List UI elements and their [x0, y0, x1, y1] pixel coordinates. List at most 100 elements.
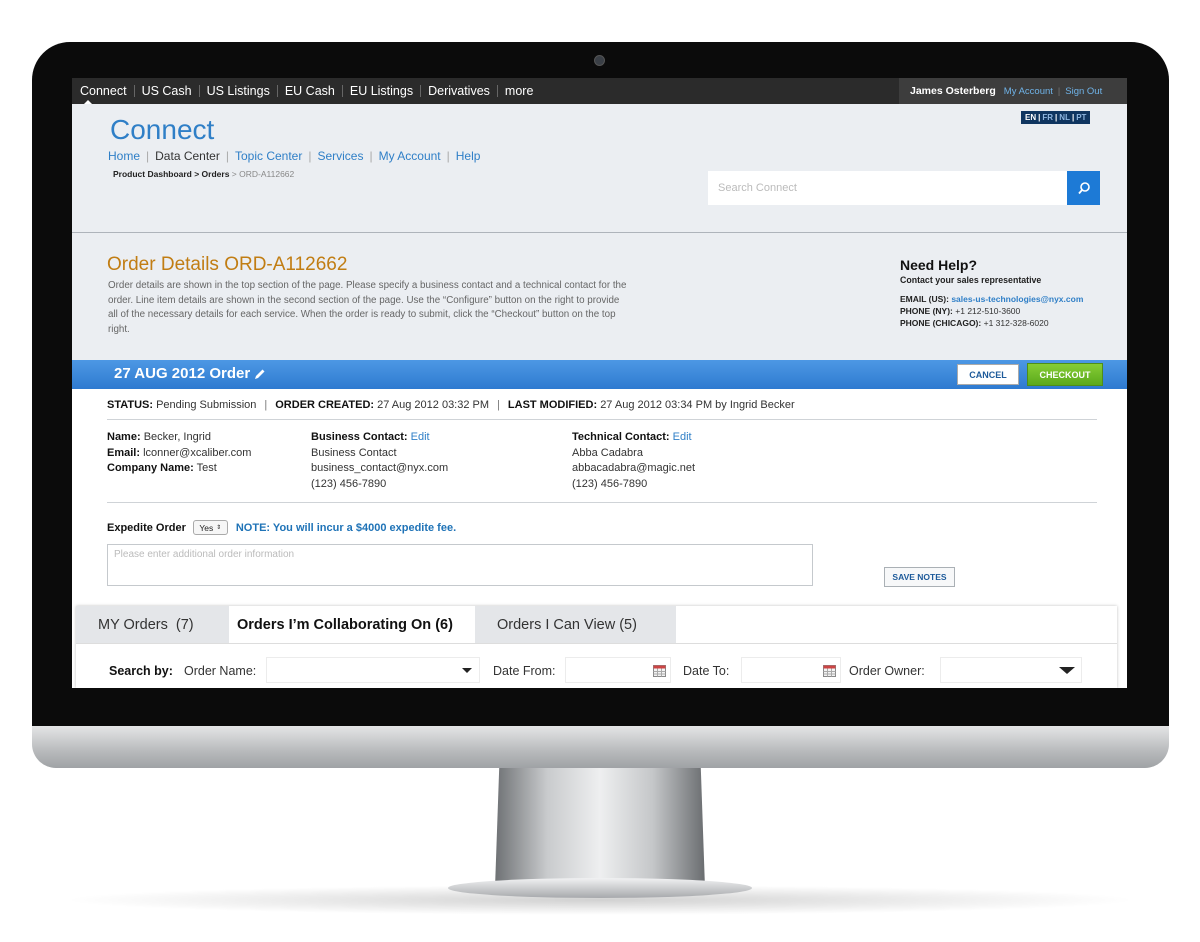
checkout-button[interactable]: CHECKOUT: [1027, 363, 1103, 386]
business-contact-label: Business Contact:: [311, 431, 408, 443]
business-contact-edit-link[interactable]: Edit: [411, 431, 430, 443]
page-title: Order Details ORD-A112662: [107, 254, 348, 275]
camera-icon: [594, 55, 605, 66]
top-nav-eu-listings[interactable]: EU Listings: [341, 85, 420, 97]
screen: Connect US Cash US Listings EU Cash EU L…: [72, 78, 1127, 688]
help-email-label: EMAIL (US):: [900, 294, 949, 304]
search-icon: [1077, 182, 1090, 195]
top-nav-derivatives[interactable]: Derivatives: [420, 85, 497, 97]
date-to-label: Date To:: [683, 664, 730, 678]
separator: |: [1057, 86, 1061, 96]
technical-contact-name: Abba Cadabra: [572, 446, 643, 459]
tab-label: Orders I Can View (5): [497, 616, 637, 633]
nav-data-center[interactable]: Data Center: [155, 149, 220, 163]
created-value: 27 Aug 2012 03:32 PM: [377, 399, 490, 411]
top-nav-more[interactable]: more: [496, 85, 540, 97]
tab-my-orders[interactable]: MY Orders (7): [76, 606, 229, 643]
expedite-select[interactable]: Yes ⇕: [192, 520, 228, 535]
technical-contact-phone: (123) 456-7890: [572, 477, 648, 490]
breadcrumb-current: > ORD-A112662: [229, 169, 295, 179]
calendar-icon[interactable]: [653, 665, 666, 677]
order-name-label: Order Name:: [184, 664, 257, 678]
business-contact-name: Business Contact: [311, 446, 397, 459]
help-heading: Need Help?: [900, 257, 978, 273]
date-from-label: Date From:: [493, 664, 556, 678]
save-notes-button[interactable]: SAVE NOTES: [884, 567, 955, 587]
customer-email-label: Email:: [107, 446, 141, 459]
technical-contact-email: abbacadabra@magic.net: [572, 462, 696, 474]
help-email-row: EMAIL (US): sales-us-technologies@nyx.co…: [900, 294, 1120, 304]
breadcrumb-link[interactable]: Product Dashboard > Orders: [113, 169, 229, 179]
order-name-select[interactable]: [266, 657, 480, 683]
modified-value: 27 Aug 2012 03:34 PM by Ingrid Becker: [600, 399, 795, 411]
customer-name: Becker, Ingrid: [143, 431, 211, 443]
search-input[interactable]: [708, 171, 1064, 205]
brand-title[interactable]: Connect: [110, 114, 214, 146]
divider: [107, 502, 1097, 503]
tab-can-view[interactable]: Orders I Can View (5): [475, 606, 676, 643]
top-nav-bar: Connect US Cash US Listings EU Cash EU L…: [72, 78, 1127, 104]
business-contact-phone: (123) 456-7890: [311, 477, 387, 490]
nav-home[interactable]: Home: [108, 149, 140, 163]
search-box: [708, 171, 1100, 205]
company-name: Test: [196, 462, 217, 474]
language-switcher: EN | FR | NL | PT: [1021, 111, 1091, 124]
calendar-icon[interactable]: [823, 665, 836, 677]
chevron-down-icon: [1059, 667, 1075, 674]
divider: [107, 419, 1097, 420]
tab-label: Orders I’m Collaborating On (6): [237, 616, 453, 633]
nav-services[interactable]: Services: [317, 149, 363, 163]
created-label: ORDER CREATED:: [275, 399, 375, 411]
order-owner-select[interactable]: [940, 657, 1082, 683]
tab-collaborating[interactable]: Orders I’m Collaborating On (6): [229, 606, 475, 643]
lang-en[interactable]: EN: [1025, 113, 1036, 122]
main-nav: Home | Data Center | Topic Center | Service…: [108, 149, 481, 163]
expedite-row: Expedite Order Yes ⇕ NOTE: You will incur…: [107, 520, 456, 535]
help-email-link[interactable]: sales-us-technologies@nyx.com: [951, 294, 1083, 304]
chevron-down-icon: [462, 668, 472, 673]
technical-contact-edit-link[interactable]: Edit: [673, 431, 692, 443]
help-phone-ny-row: PHONE (NY): +1 212-510-3600: [900, 306, 1120, 316]
technical-contact-label: Technical Contact:: [572, 431, 670, 443]
monitor-base: [448, 878, 752, 898]
lang-fr[interactable]: FR: [1042, 113, 1053, 122]
order-title-bar: 27 AUG 2012 Order CANCEL CHECKOUT: [72, 360, 1127, 389]
select-arrows-icon: ⇕: [216, 525, 222, 531]
expedite-value: Yes: [199, 522, 214, 533]
tab-label: MY Orders (7): [98, 616, 194, 633]
company-label: Company Name:: [107, 462, 194, 474]
help-phone-chicago: +1 312-328-6020: [983, 318, 1049, 328]
help-phone-chicago-row: PHONE (CHICAGO): +1 312-328-6020: [900, 318, 1120, 328]
help-subheading: Contact your sales representative: [900, 275, 1042, 285]
top-nav-us-listings[interactable]: US Listings: [198, 85, 277, 97]
order-intro: Order Details ORD-A112662 Order details …: [72, 233, 1127, 360]
monitor-stand: [495, 768, 705, 888]
top-nav-connect[interactable]: Connect: [80, 85, 134, 98]
order-search-row: Search by: Order Name: Date From: Date T…: [76, 656, 1117, 686]
monitor-chin: [32, 726, 1169, 768]
customer-name-label: Name:: [107, 431, 141, 443]
pencil-icon[interactable]: [254, 368, 266, 380]
help-phone-ny: +1 212-510-3600: [955, 306, 1021, 316]
order-notes-field[interactable]: [107, 544, 813, 586]
order-owner-label: Order Owner:: [849, 664, 925, 678]
business-contact-email: business_contact@nyx.com: [311, 462, 449, 474]
help-phone-chicago-label: PHONE (CHICAGO):: [900, 318, 982, 328]
nav-help[interactable]: Help: [456, 149, 481, 163]
lang-nl[interactable]: NL: [1059, 113, 1070, 122]
search-button[interactable]: [1067, 171, 1100, 205]
lang-pt[interactable]: PT: [1076, 113, 1086, 122]
orders-tabs: MY Orders (7) Orders I’m Collaborating O…: [76, 606, 1117, 644]
sign-out-link[interactable]: Sign Out: [1065, 86, 1102, 97]
top-nav-eu-cash[interactable]: EU Cash: [276, 85, 342, 97]
nav-topic-center[interactable]: Topic Center: [235, 149, 302, 163]
top-nav-us-cash[interactable]: US Cash: [133, 85, 199, 97]
cancel-button[interactable]: CANCEL: [957, 364, 1019, 385]
nav-my-account[interactable]: My Account: [379, 149, 441, 163]
help-phone-ny-label: PHONE (NY):: [900, 306, 953, 316]
modified-label: LAST MODIFIED:: [507, 399, 598, 411]
breadcrumb: Product Dashboard > Orders > ORD-A112662: [113, 169, 294, 179]
business-contact: Business Contact: Edit Business Contact …: [311, 430, 448, 492]
status-line: STATUS: Pending Submission | ORDER CREATED…: [107, 399, 795, 411]
my-account-link[interactable]: My Account: [1004, 86, 1053, 97]
